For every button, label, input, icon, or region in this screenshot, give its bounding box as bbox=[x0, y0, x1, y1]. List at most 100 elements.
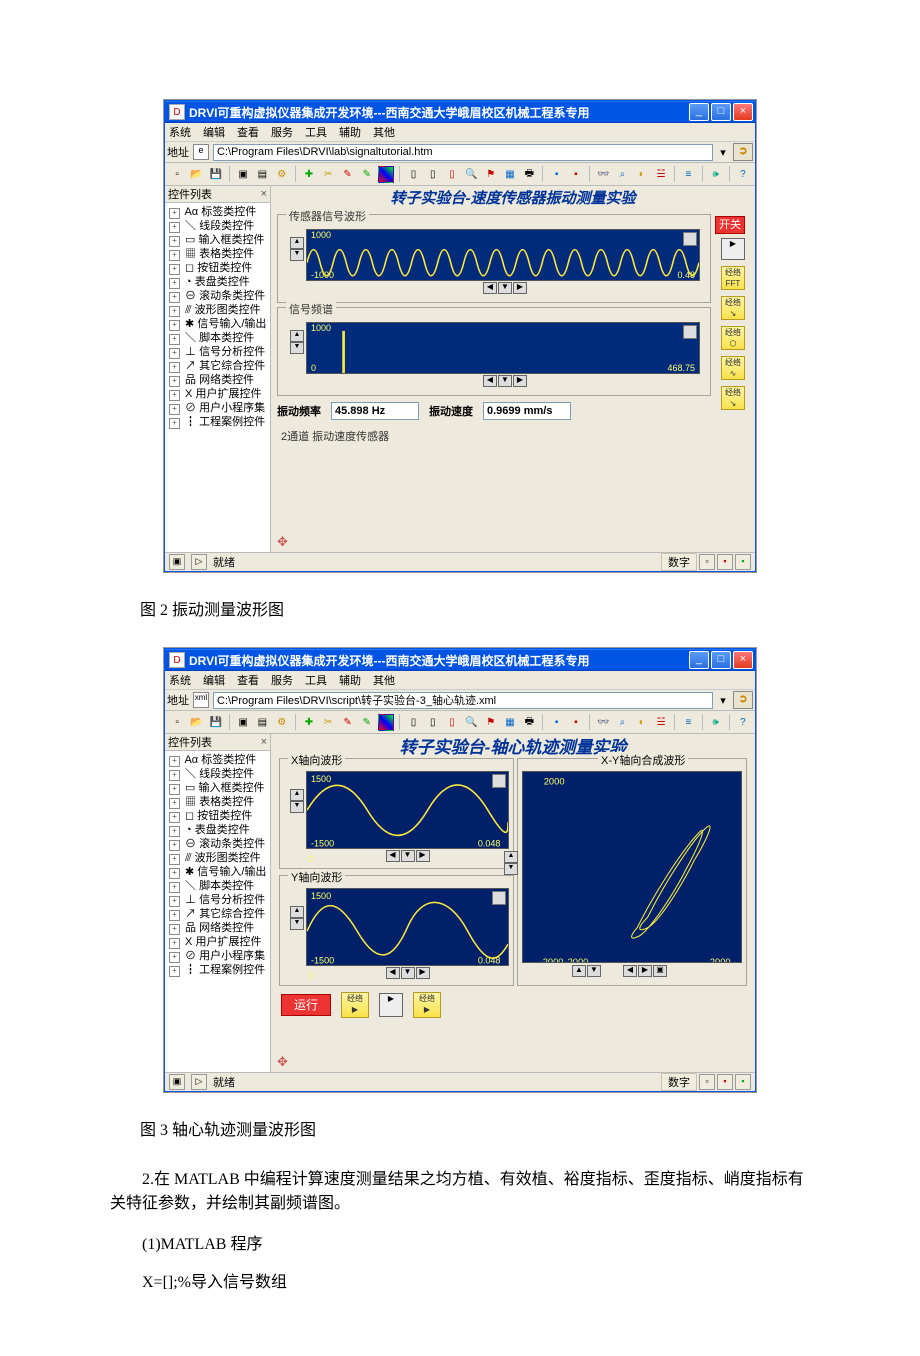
maximize-button[interactable]: □ bbox=[711, 103, 731, 121]
flag-icon[interactable]: ⚑ bbox=[483, 714, 499, 731]
expand-icon[interactable]: + bbox=[169, 924, 180, 935]
expand-icon[interactable]: + bbox=[169, 952, 180, 963]
status-icon-5[interactable]: ▪ bbox=[735, 554, 751, 570]
x-zoom-up[interactable]: ▲ bbox=[290, 789, 304, 801]
expand-icon[interactable]: + bbox=[169, 784, 180, 795]
tree-item[interactable]: + ＼ 脚本类控件 bbox=[169, 331, 270, 345]
sound-icon[interactable]: 🕪 bbox=[707, 166, 723, 183]
xy-scroll-up[interactable]: ▲ bbox=[572, 965, 586, 977]
doc3-icon[interactable]: ▯ bbox=[444, 714, 460, 731]
menu-other-2[interactable]: 其他 bbox=[373, 672, 395, 688]
scroll-down-2[interactable]: ▼ bbox=[498, 375, 512, 387]
tree-item[interactable]: + ▭ 输入框类控件 bbox=[169, 233, 270, 247]
blue-dot-icon[interactable]: ▪ bbox=[548, 166, 564, 183]
drag-icon[interactable]: ✥ bbox=[277, 534, 291, 548]
status-icon-1[interactable]: ▣ bbox=[169, 554, 185, 570]
minimize-button-2[interactable]: _ bbox=[689, 651, 709, 669]
expand-icon[interactable]: + bbox=[169, 278, 180, 289]
stack-icon[interactable]: ☱ bbox=[653, 714, 669, 731]
save-icon[interactable]: 💾 bbox=[208, 714, 224, 731]
x-scroll-right[interactable]: ▶ bbox=[416, 850, 430, 862]
action-button-2[interactable]: ▶ bbox=[379, 993, 403, 1017]
tree-item[interactable]: + ┇ 工程案例控件 bbox=[169, 963, 270, 977]
light-icon[interactable]: ◐ bbox=[634, 714, 650, 731]
glasses-icon[interactable]: 👓 bbox=[595, 714, 611, 731]
tree-item[interactable]: + ⫻ 波形图类控件 bbox=[169, 851, 270, 865]
pencil-red-icon[interactable]: ✎ bbox=[339, 166, 355, 183]
wave-button[interactable]: 经络∿ bbox=[721, 356, 745, 380]
xy-zoom-down[interactable]: ▼ bbox=[504, 863, 518, 875]
y-zoom-down[interactable]: ▼ bbox=[290, 249, 304, 261]
stack-icon[interactable]: ☱ bbox=[653, 166, 669, 183]
menu-edit-2[interactable]: 编辑 bbox=[203, 672, 225, 688]
plus-icon[interactable]: ✚ bbox=[301, 714, 317, 731]
action-button-1[interactable]: 经络▶ bbox=[341, 992, 369, 1018]
doc1-icon[interactable]: ▯ bbox=[405, 166, 421, 183]
tree-item[interactable]: + ＼ 脚本类控件 bbox=[169, 879, 270, 893]
tree-close-icon[interactable]: × bbox=[261, 188, 267, 200]
tree-item[interactable]: + ┇ 工程案例控件 bbox=[169, 415, 270, 429]
glasses-icon[interactable]: 👓 bbox=[595, 166, 611, 183]
help-icon[interactable]: ? bbox=[735, 166, 751, 183]
doc2-icon[interactable]: ▯ bbox=[425, 714, 441, 731]
tree-item[interactable]: + ⊖ 滚动条类控件 bbox=[169, 289, 270, 303]
list-icon[interactable]: ≡ bbox=[680, 166, 696, 183]
color-icon[interactable] bbox=[378, 166, 394, 183]
freq-value-input[interactable] bbox=[331, 402, 419, 420]
print-icon[interactable]: 🖶 bbox=[521, 166, 537, 183]
xy-scroll-left[interactable]: ◀ bbox=[623, 965, 637, 977]
menu-view-2[interactable]: 查看 bbox=[237, 672, 259, 688]
pencil-red-icon[interactable]: ✎ bbox=[339, 714, 355, 731]
expand-icon[interactable]: + bbox=[169, 362, 180, 373]
plot-menu-icon[interactable] bbox=[683, 232, 697, 246]
menu-service[interactable]: 服务 bbox=[271, 124, 293, 140]
cut-icon[interactable]: ✂ bbox=[320, 166, 336, 183]
status-icon-1b[interactable]: ▣ bbox=[169, 1074, 185, 1090]
speed-value-input[interactable] bbox=[483, 402, 571, 420]
expand-icon[interactable]: + bbox=[169, 250, 180, 261]
help-icon[interactable]: ? bbox=[735, 714, 751, 731]
close-button-2[interactable]: × bbox=[733, 651, 753, 669]
tree-item[interactable]: + ⫻ 波形图类控件 bbox=[169, 303, 270, 317]
expand-icon[interactable]: + bbox=[169, 882, 180, 893]
plot-menu-icon-2[interactable] bbox=[683, 325, 697, 339]
tree-item[interactable]: + ◻ 按钮类控件 bbox=[169, 809, 270, 823]
copy-icon[interactable]: ▣ bbox=[235, 166, 251, 183]
y-scroll-left[interactable]: ◀ bbox=[386, 967, 400, 979]
expand-icon[interactable]: + bbox=[169, 910, 180, 921]
expand-icon[interactable]: + bbox=[169, 418, 180, 429]
xy-scroll-down[interactable]: ▼ bbox=[587, 965, 601, 977]
x-scroll-down[interactable]: ▼ bbox=[401, 850, 415, 862]
tree-item[interactable]: + X 用户扩展控件 bbox=[169, 935, 270, 949]
tree-item[interactable]: + ◔ 表盘类控件 bbox=[169, 275, 270, 289]
new-icon[interactable]: ▫ bbox=[169, 166, 185, 183]
red-dot-icon[interactable]: ▪ bbox=[568, 714, 584, 731]
address-dropdown-icon-2[interactable]: ▾ bbox=[717, 694, 729, 707]
tree-item[interactable]: + ✱ 信号输入/输出 bbox=[169, 317, 270, 331]
tree-item[interactable]: + ▦ 表格类控件 bbox=[169, 795, 270, 809]
expand-icon[interactable]: + bbox=[169, 854, 180, 865]
menu-other[interactable]: 其他 bbox=[373, 124, 395, 140]
expand-icon[interactable]: + bbox=[169, 320, 180, 331]
search-icon[interactable]: 🔍 bbox=[463, 714, 479, 731]
plot-menu-y[interactable] bbox=[492, 891, 506, 905]
red-dot-icon[interactable]: ▪ bbox=[568, 166, 584, 183]
menu-tools[interactable]: 工具 bbox=[305, 124, 327, 140]
flag-icon[interactable]: ⚑ bbox=[483, 166, 499, 183]
expand-icon[interactable]: + bbox=[169, 292, 180, 303]
y-zoom-up[interactable]: ▲ bbox=[290, 237, 304, 249]
color-icon[interactable] bbox=[378, 714, 394, 731]
expand-icon[interactable]: + bbox=[169, 334, 180, 345]
tree-item[interactable]: + Aα 标签类控件 bbox=[169, 205, 270, 219]
tree-item[interactable]: + ⊘ 用户小程序集 bbox=[169, 949, 270, 963]
expand-icon[interactable]: + bbox=[169, 798, 180, 809]
menu-system[interactable]: 系统 bbox=[169, 124, 191, 140]
print-icon[interactable]: 🖶 bbox=[521, 714, 537, 731]
blue-dot-icon[interactable]: ▪ bbox=[548, 714, 564, 731]
plus-icon[interactable]: ✚ bbox=[301, 166, 317, 183]
tree-item[interactable]: + ↗ 其它综合控件 bbox=[169, 359, 270, 373]
address-input-2[interactable] bbox=[213, 692, 713, 709]
light-icon[interactable]: ◐ bbox=[634, 166, 650, 183]
tree-item[interactable]: + X 用户扩展控件 bbox=[169, 387, 270, 401]
plot-menu-x[interactable] bbox=[492, 774, 506, 788]
